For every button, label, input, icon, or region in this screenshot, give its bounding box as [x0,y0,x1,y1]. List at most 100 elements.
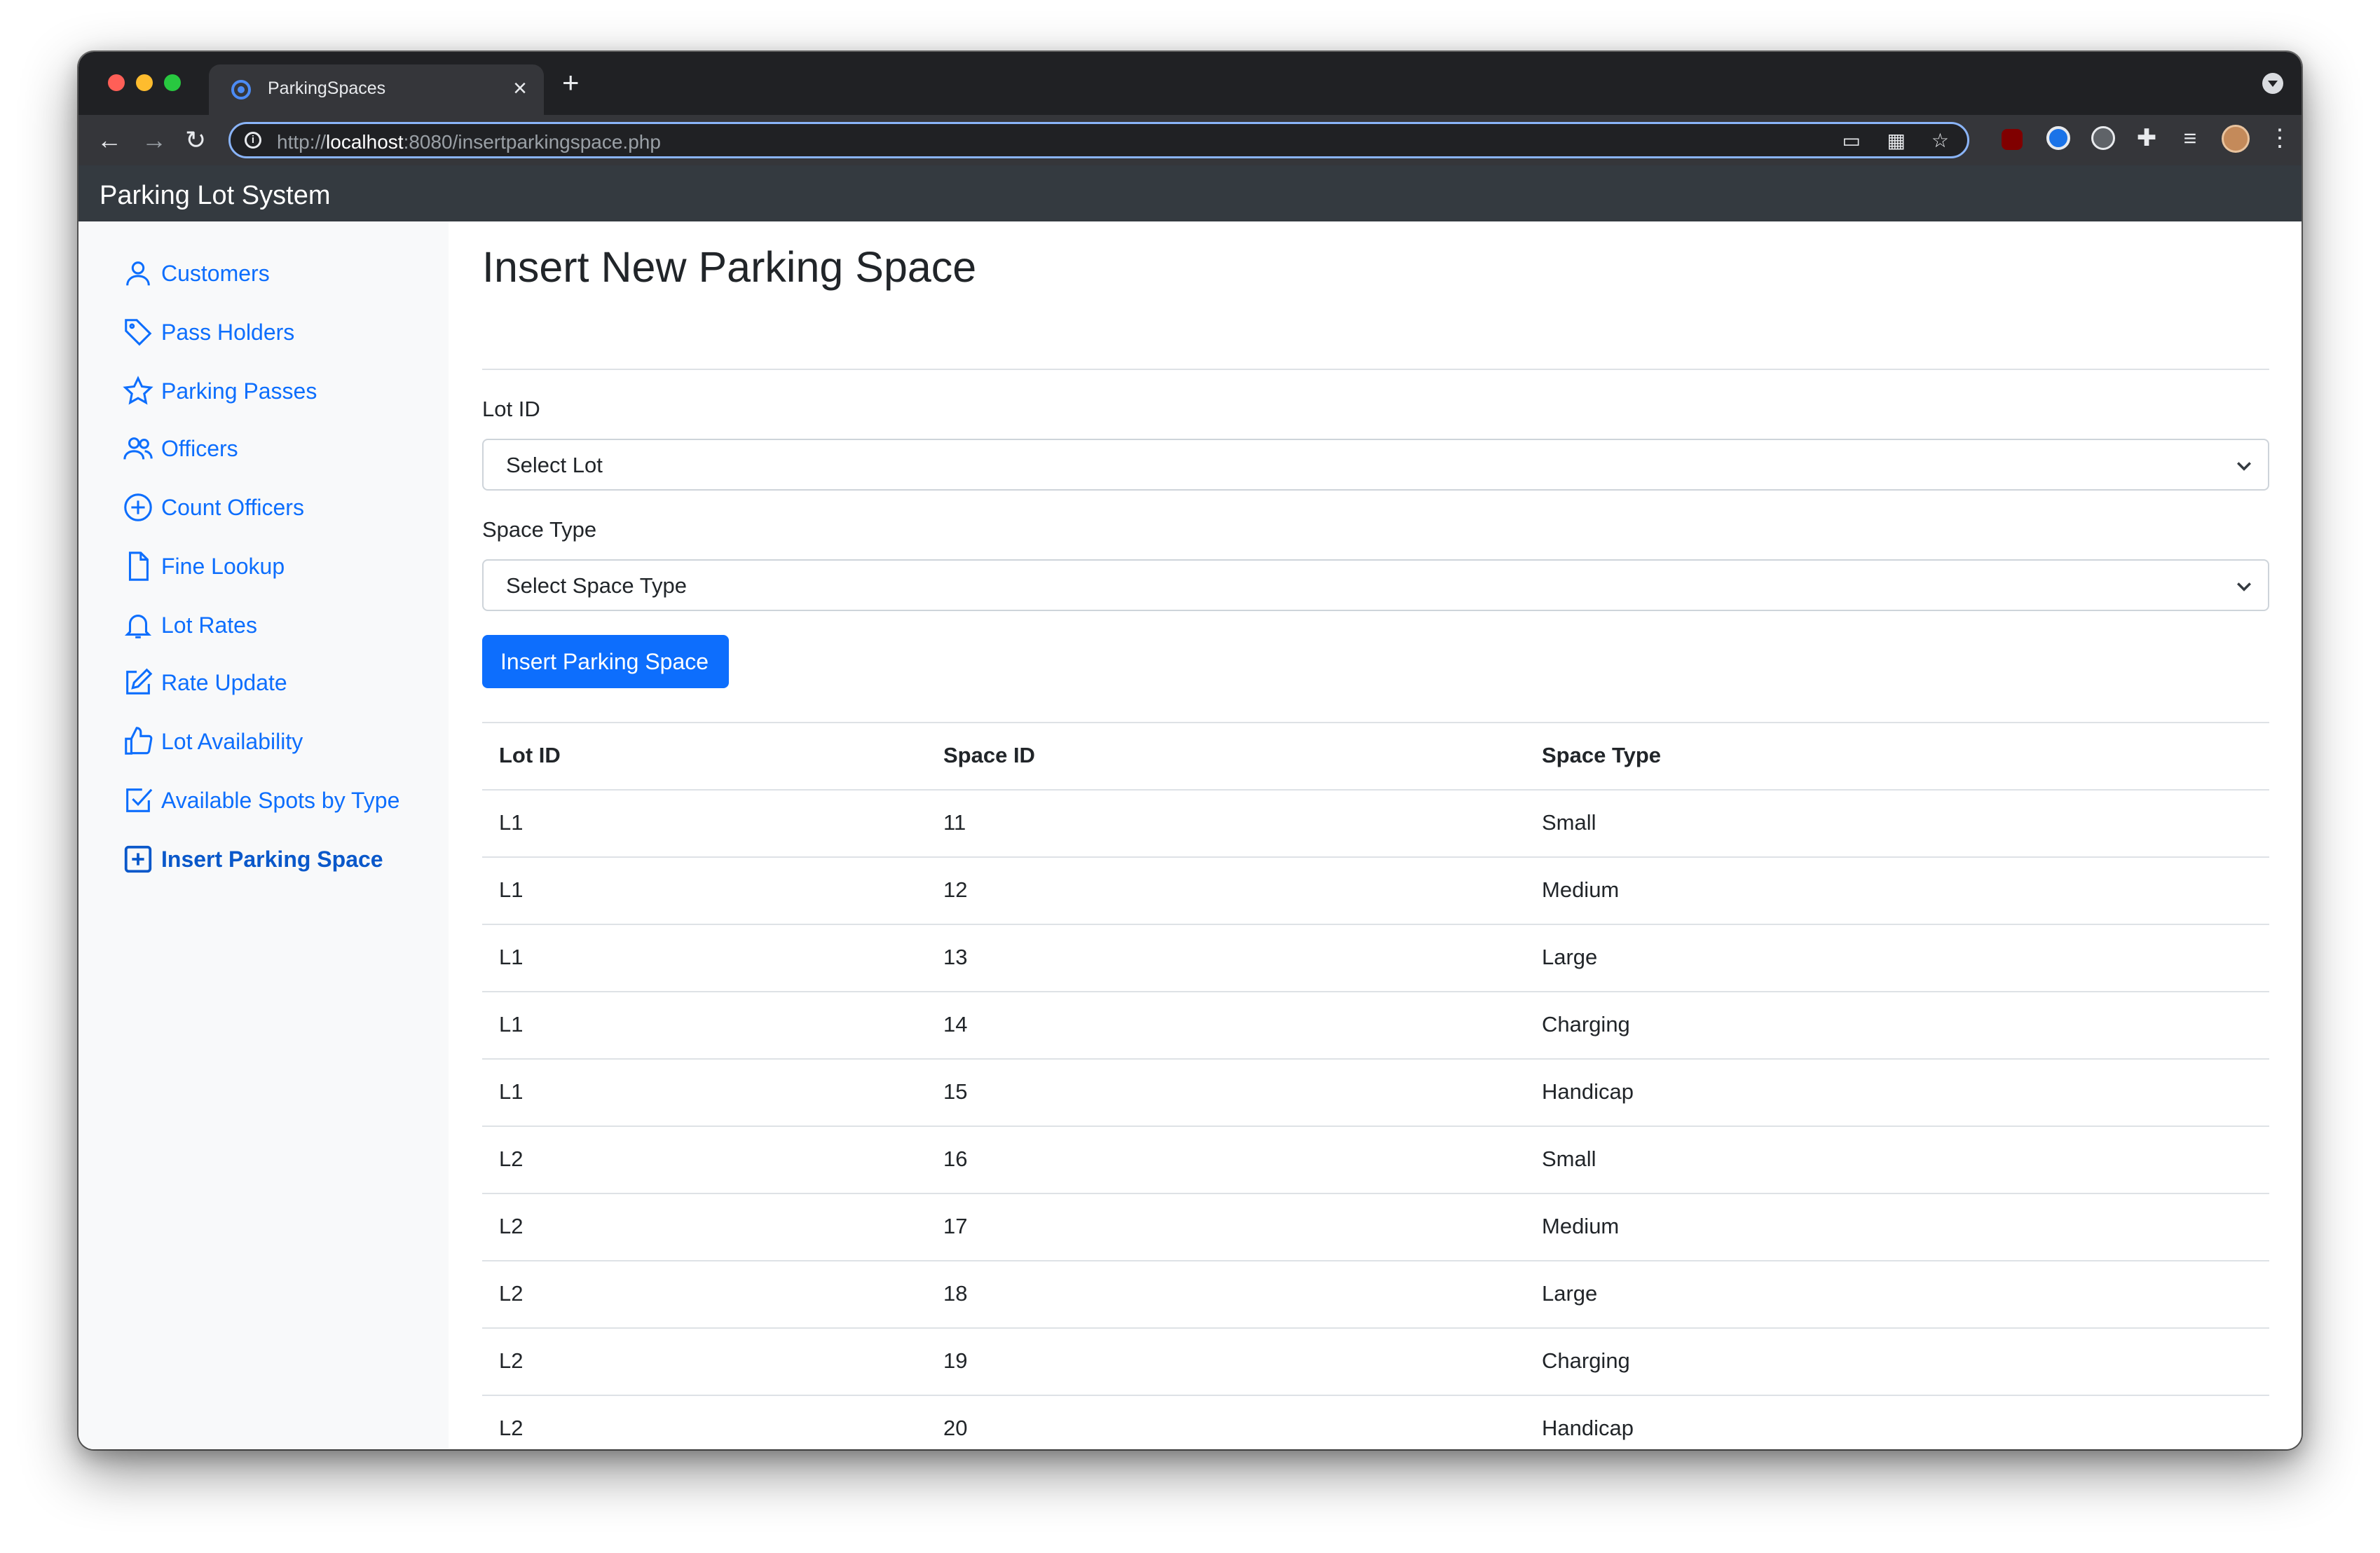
bookmark-star-icon[interactable]: ☆ [1931,130,1949,152]
cell-space-id: 18 [943,1281,968,1306]
cell-lot-id: L2 [499,1214,524,1238]
sidebar-item-label: Customers [161,260,270,286]
forward-icon[interactable]: → [142,125,167,156]
cell-space-id: 14 [943,1012,968,1037]
plus-circle-icon [122,491,154,524]
cell-space-id: 13 [943,945,968,969]
person-icon [122,257,154,289]
thumbs-up-icon [122,725,154,758]
space-type-select-value: Select Space Type [506,573,687,598]
new-tab-button[interactable]: + [562,67,580,98]
cell-space-id: 17 [943,1214,968,1238]
edit-icon [122,666,154,699]
table-row: L2 18 Large [482,1260,2269,1327]
puzzle-icon[interactable]: ✚ [2135,126,2159,150]
sidebar-item-label: Lot Rates [161,612,257,638]
ublock-extension-icon[interactable] [2002,129,2023,150]
space-type-select[interactable]: Select Space Type [482,559,2269,611]
tab-strip: ParkingSpaces × + [78,52,2302,115]
chevron-down-icon [2237,462,2251,471]
close-window-button[interactable] [108,74,125,91]
cell-space-id: 16 [943,1147,968,1171]
sidebar-item-label: Count Officers [161,494,304,520]
table-row: L2 19 Charging [482,1327,2269,1395]
browser-toolbar: ← → ↻ i http://localhost:8080/insertpark… [78,115,2302,165]
people-icon [122,432,154,465]
favicon-icon [231,80,251,100]
divider [482,369,2269,370]
qr-code-icon[interactable]: ▦ [1887,130,1906,152]
browser-tab[interactable]: ParkingSpaces × [209,64,544,115]
sidebar-item-officers[interactable]: Officers [122,427,238,470]
cell-space-type: Medium [1542,1214,1620,1238]
lot-id-select-value: Select Lot [506,453,603,477]
sidebar-item-label: Parking Passes [161,378,317,404]
cell-space-type: Handicap [1542,1416,1634,1440]
url-text[interactable]: http://localhost:8080/insertparkingspace… [277,131,661,153]
site-info-icon[interactable]: i [245,132,261,149]
address-bar[interactable]: i http://localhost:8080/insertparkingspa… [228,122,1969,158]
kebab-menu-icon[interactable]: ⋮ [2268,126,2292,150]
insert-parking-space-button[interactable]: Insert Parking Space [482,635,729,688]
parking-spaces-table: Lot ID Space ID Space Type L1 11 Small L… [482,722,2269,1449]
cell-lot-id: L1 [499,877,524,902]
tab-close-icon[interactable]: × [513,74,527,102]
brand-title[interactable]: Parking Lot System [100,181,330,211]
column-header-lot-id: Lot ID [499,743,561,767]
table-row: L1 14 Charging [482,991,2269,1058]
sidebar-item-lot-availability[interactable]: Lot Availability [122,720,303,762]
url-scheme: http:// [277,131,327,153]
browser-window: ParkingSpaces × + ← → ↻ i http://localho… [78,52,2302,1449]
cell-space-id: 19 [943,1348,968,1373]
sidebar-item-label: Rate Update [161,669,287,695]
cell-space-type: Charging [1542,1012,1630,1037]
maximize-window-button[interactable] [164,74,181,91]
sidebar-item-count-officers[interactable]: Count Officers [122,486,304,528]
cast-icon[interactable]: ▭ [1842,130,1861,152]
sidebar-item-available-spots-by-type[interactable]: Available Spots by Type [122,779,399,821]
check-square-icon [122,784,154,816]
password-manager-extension-icon[interactable] [2046,126,2070,150]
lot-id-label: Lot ID [482,397,540,421]
back-icon[interactable]: ← [97,125,122,156]
space-type-label: Space Type [482,517,597,542]
cell-lot-id: L2 [499,1348,524,1373]
sidebar-item-rate-update[interactable]: Rate Update [122,662,287,704]
sidebar-item-label: Available Spots by Type [161,787,400,813]
tab-search-icon[interactable] [2262,73,2283,94]
table-row: L2 16 Small [482,1126,2269,1193]
sidebar: Customers Pass Holders Parking Passes Of… [78,221,449,1449]
page-title: Insert New Parking Space [482,243,977,291]
sidebar-item-insert-parking-space[interactable]: Insert Parking Space [122,838,383,880]
minimize-window-button[interactable] [136,74,153,91]
file-icon [122,550,154,582]
cell-space-type: Small [1542,810,1596,835]
table-row: L1 15 Handicap [482,1058,2269,1126]
sidebar-item-customers[interactable]: Customers [122,252,270,294]
cell-lot-id: L2 [499,1147,524,1171]
cell-space-type: Large [1542,1281,1598,1306]
lot-id-select[interactable]: Select Lot [482,439,2269,491]
sidebar-item-fine-lookup[interactable]: Fine Lookup [122,545,285,587]
url-host: localhost [326,131,404,153]
cell-space-type: Charging [1542,1348,1630,1373]
sidebar-item-lot-rates[interactable]: Lot Rates [122,604,257,646]
cell-lot-id: L2 [499,1416,524,1440]
column-header-space-type: Space Type [1542,743,1662,767]
table-row: L2 20 Handicap [482,1395,2269,1449]
cell-space-id: 12 [943,877,968,902]
extension-icon[interactable] [2091,126,2115,150]
cell-space-id: 11 [943,810,966,835]
sidebar-item-label: Lot Availability [161,728,303,754]
star-icon [122,375,154,407]
media-control-icon[interactable]: ≡ [2178,126,2202,150]
cell-lot-id: L1 [499,945,524,969]
reload-icon[interactable]: ↻ [185,125,206,156]
plus-square-icon [122,843,154,875]
profile-avatar[interactable] [2222,125,2250,153]
table-row: L1 11 Small [482,789,2269,856]
table-row: L1 12 Medium [482,856,2269,924]
sidebar-item-label: Officers [161,435,238,461]
sidebar-item-parking-passes[interactable]: Parking Passes [122,370,317,412]
sidebar-item-pass-holders[interactable]: Pass Holders [122,311,294,353]
